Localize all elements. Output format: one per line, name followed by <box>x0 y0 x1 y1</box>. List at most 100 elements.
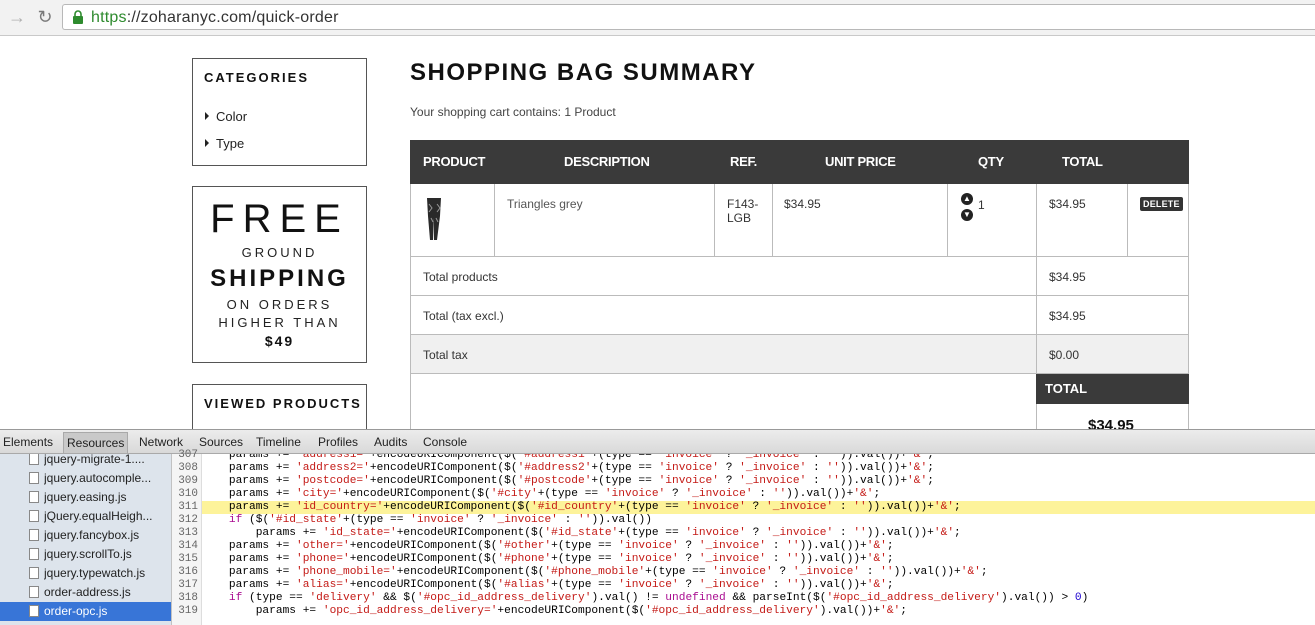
resource-file-list: jquery-migrate-1.... jquery.autocomple..… <box>0 454 172 625</box>
code-line[interactable]: params += 'other='+encodeURIComponent($(… <box>202 540 1315 553</box>
code-line[interactable]: params += 'address2='+encodeURIComponent… <box>202 462 1315 475</box>
tab-elements[interactable]: Elements <box>3 435 53 449</box>
file-item[interactable]: jquery.fancybox.js <box>0 526 171 545</box>
code-line[interactable]: params += 'phone_mobile='+encodeURICompo… <box>202 566 1315 579</box>
file-item[interactable]: jQuery.equalHeigh... <box>0 507 171 526</box>
promo-higher-than: HIGHER THAN <box>218 315 341 330</box>
file-icon <box>29 491 39 503</box>
category-type[interactable]: Type <box>205 136 244 151</box>
code-line[interactable]: params += 'address1='+encodeURIComponent… <box>202 454 1315 462</box>
back-arrow-icon[interactable]: → <box>6 6 28 28</box>
tax-excl-row: Total (tax excl.) $34.95 <box>410 296 1189 335</box>
file-name: order-address.js <box>44 585 131 599</box>
file-name: jquery.scrollTo.js <box>44 547 132 561</box>
category-label: Color <box>216 109 248 124</box>
file-item[interactable]: jquery.autocomple... <box>0 469 171 488</box>
total-products-label: Total products <box>423 270 498 284</box>
line-number: 310 <box>178 488 198 500</box>
page-title: SHOPPING BAG SUMMARY <box>410 59 757 86</box>
file-item[interactable]: jquery-migrate-1.... <box>0 454 171 469</box>
source-code-view[interactable]: params += 'address1='+encodeURIComponent… <box>202 454 1315 625</box>
file-icon <box>29 567 39 579</box>
file-item[interactable]: jquery.easing.js <box>0 488 171 507</box>
categories-title: CATEGORIES <box>204 70 309 85</box>
grand-total-label: TOTAL <box>1045 381 1088 396</box>
tab-console[interactable]: Console <box>423 435 467 449</box>
expand-arrow-icon <box>205 139 209 147</box>
category-label: Type <box>216 136 245 151</box>
tab-audits[interactable]: Audits <box>374 435 407 449</box>
file-item[interactable]: jquery.typewatch.js <box>0 564 171 583</box>
file-icon <box>29 605 39 617</box>
reload-icon[interactable]: ↻ <box>34 6 56 28</box>
promo-amount: $49 <box>264 333 295 349</box>
line-number: 317 <box>178 579 198 591</box>
file-item[interactable]: jquery.scrollTo.js <box>0 545 171 564</box>
file-name: jquery.autocomple... <box>44 471 152 485</box>
total-tax-value: $0.00 <box>1049 348 1080 362</box>
url-scheme: https <box>91 9 127 26</box>
line-number: 311 <box>178 501 198 513</box>
quantity-stepper[interactable]: ▲ ▼ <box>961 193 973 225</box>
line-number: 307 <box>178 449 198 461</box>
cell-divider <box>1036 257 1037 295</box>
code-line[interactable]: params += 'opc_id_address_delivery='+enc… <box>202 605 1315 618</box>
file-item-selected[interactable]: order-opc.js <box>0 602 171 621</box>
address-bar[interactable]: https://zoharanyc.com/quick-order <box>62 4 1315 30</box>
total-products-row: Total products $34.95 <box>410 257 1189 296</box>
lock-icon <box>73 10 83 24</box>
tab-network[interactable]: Network <box>139 435 183 449</box>
tax-excl-label: Total (tax excl.) <box>423 309 504 323</box>
file-icon <box>29 454 39 465</box>
item-description[interactable]: Triangles grey <box>507 197 583 211</box>
category-color[interactable]: Color <box>205 109 247 124</box>
item-qty: 1 <box>978 198 985 212</box>
header-ref: REF. <box>730 154 757 169</box>
devtools-panel: Elements Resources Network Sources Timel… <box>0 429 1315 625</box>
tab-resources[interactable]: Resources <box>63 432 129 453</box>
item-ref: F143- LGB <box>727 197 759 225</box>
tab-sources[interactable]: Sources <box>199 435 243 449</box>
line-number: 308 <box>178 462 198 474</box>
file-icon <box>29 472 39 484</box>
tax-excl-value: $34.95 <box>1049 309 1086 323</box>
code-line[interactable]: if ($('#id_state'+(type == 'invoice' ? '… <box>202 514 1315 527</box>
code-line[interactable]: if (type == 'delivery' && $('#opc_id_add… <box>202 592 1315 605</box>
line-number: 312 <box>178 514 198 526</box>
qty-decrease-icon[interactable]: ▼ <box>961 209 973 221</box>
line-number: 316 <box>178 566 198 578</box>
file-name: jQuery.equalHeigh... <box>44 509 153 523</box>
file-item[interactable]: order-address.js <box>0 583 171 602</box>
product-thumbnail[interactable] <box>423 196 445 242</box>
total-products-value: $34.95 <box>1049 270 1086 284</box>
tab-profiles[interactable]: Profiles <box>318 435 358 449</box>
code-line[interactable]: params += 'id_state='+encodeURIComponent… <box>202 527 1315 540</box>
line-number: 319 <box>178 605 198 617</box>
cell-divider <box>1036 296 1037 334</box>
header-product: PRODUCT <box>423 154 486 169</box>
header-description: DESCRIPTION <box>564 154 650 169</box>
total-tax-row: Total tax $0.00 <box>410 335 1189 374</box>
code-line[interactable]: params += 'city='+encodeURIComponent($('… <box>202 488 1315 501</box>
cell-divider <box>947 184 948 256</box>
url-text: https://zoharanyc.com/quick-order <box>91 9 339 27</box>
file-icon <box>29 510 39 522</box>
code-line[interactable]: params += 'postcode='+encodeURIComponent… <box>202 475 1315 488</box>
promo-free: FREE <box>210 197 349 241</box>
code-line[interactable]: params += 'id_country='+encodeURICompone… <box>202 501 1315 514</box>
line-number: 318 <box>178 592 198 604</box>
code-line[interactable]: params += 'alias='+encodeURIComponent($(… <box>202 579 1315 592</box>
tab-timeline[interactable]: Timeline <box>256 435 301 449</box>
item-total: $34.95 <box>1049 197 1086 211</box>
free-shipping-banner[interactable]: FREE GROUND SHIPPING ON ORDERS HIGHER TH… <box>192 186 367 363</box>
file-name: jquery.easing.js <box>44 490 127 504</box>
file-name: order-opc.js <box>44 604 108 618</box>
qty-increase-icon[interactable]: ▲ <box>961 193 973 205</box>
cart-count-text: Your shopping cart contains: 1 Product <box>410 105 616 119</box>
delete-button[interactable]: DELETE <box>1140 197 1183 211</box>
browser-toolbar: → ↻ https://zoharanyc.com/quick-order <box>0 0 1315 36</box>
cell-divider <box>1036 184 1037 256</box>
file-name: jquery.typewatch.js <box>44 566 146 580</box>
categories-block: CATEGORIES Color Type <box>192 58 367 166</box>
code-line[interactable]: params += 'phone='+encodeURIComponent($(… <box>202 553 1315 566</box>
